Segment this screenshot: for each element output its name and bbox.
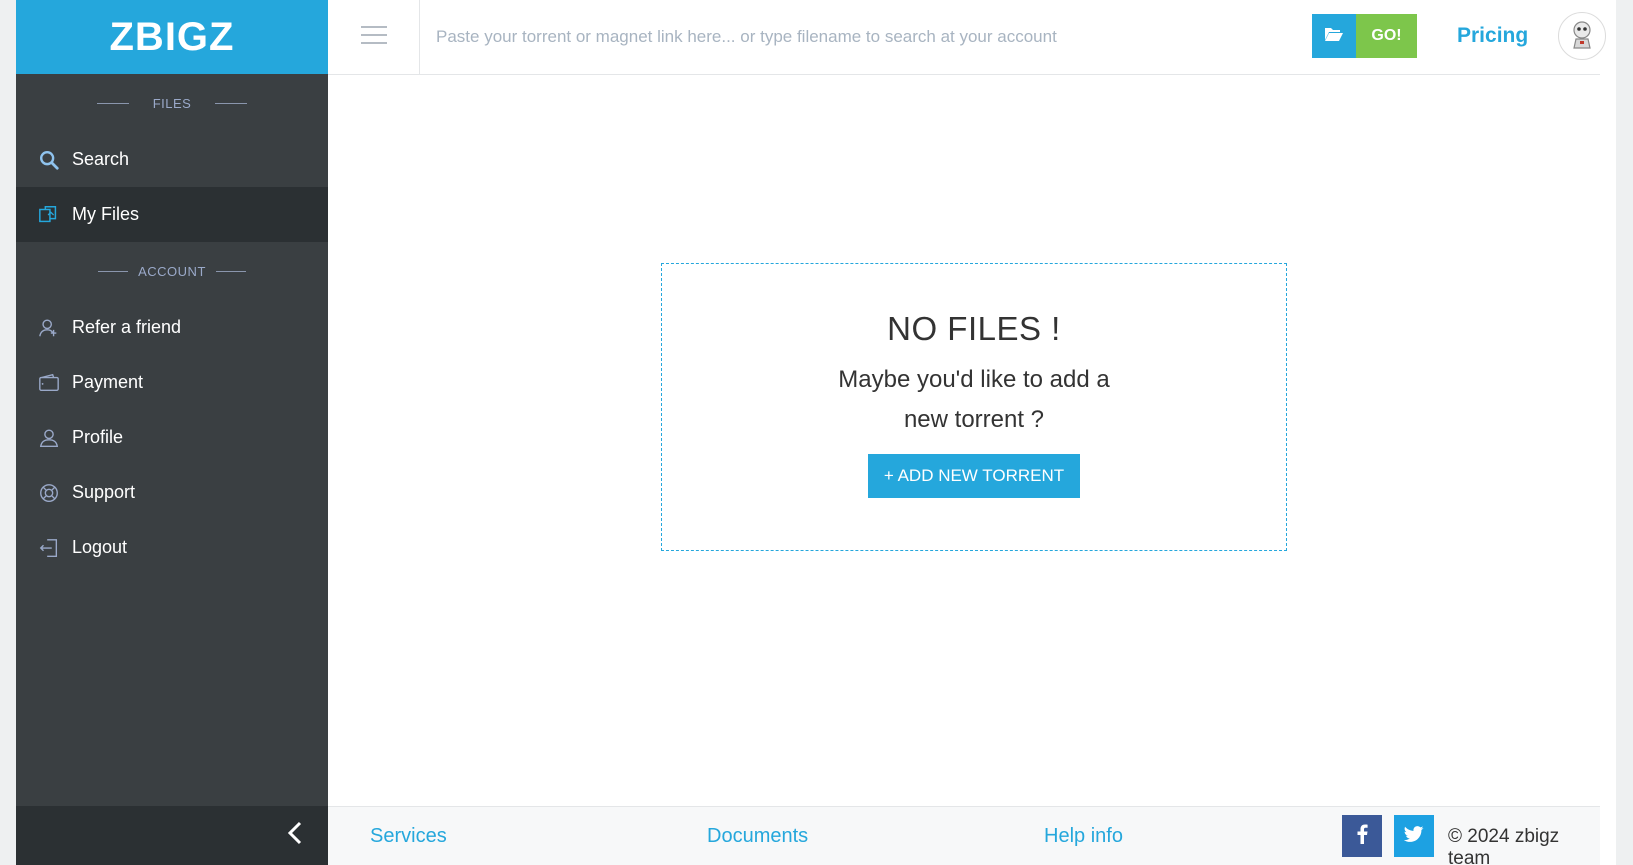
menu-toggle-button[interactable] bbox=[328, 0, 420, 75]
facebook-icon bbox=[1356, 824, 1368, 849]
sidebar-item-label: Profile bbox=[72, 427, 124, 447]
divider-line bbox=[98, 270, 129, 272]
go-button[interactable]: GO! bbox=[1356, 14, 1417, 58]
sidebar-item-my-files[interactable]: My Files bbox=[16, 187, 328, 242]
main-content: NO FILES ! Maybe you'd like to add a new… bbox=[328, 75, 1600, 806]
sidebar: ZBIGZ FILES Search My Files ACCOUNT Refe… bbox=[16, 0, 328, 865]
facebook-button[interactable] bbox=[1342, 815, 1382, 857]
section-label-account-text: ACCOUNT bbox=[138, 263, 206, 279]
sidebar-item-label: Refer a friend bbox=[72, 317, 182, 337]
lifebuoy-icon bbox=[38, 482, 60, 504]
app-window: ZBIGZ FILES Search My Files ACCOUNT Refe… bbox=[16, 0, 1616, 865]
twitter-button[interactable] bbox=[1394, 815, 1434, 857]
avatar-robot-icon bbox=[1565, 17, 1599, 56]
sidebar-item-label: Payment bbox=[72, 372, 144, 392]
footer-link-services[interactable]: Services bbox=[370, 825, 447, 848]
page-footer: Services Documents Help info © 2024 zbig… bbox=[328, 806, 1600, 865]
torrent-search-input[interactable] bbox=[436, 20, 1196, 54]
open-folder-button[interactable] bbox=[1312, 14, 1356, 58]
footer-link-documents[interactable]: Documents bbox=[707, 825, 808, 848]
copyright-text: © 2024 zbigz team bbox=[1448, 826, 1560, 865]
sidebar-item-label: My Files bbox=[72, 204, 139, 224]
hamburger-icon bbox=[360, 25, 387, 50]
folder-open-icon bbox=[1324, 26, 1344, 47]
avatar[interactable] bbox=[1558, 12, 1606, 60]
divider-line bbox=[215, 102, 248, 104]
user-icon bbox=[38, 427, 60, 449]
sidebar-item-label: Search bbox=[72, 149, 130, 169]
sidebar-item-payment[interactable]: Payment bbox=[16, 355, 328, 410]
add-new-torrent-button[interactable]: + ADD NEW TORRENT bbox=[867, 454, 1081, 498]
pricing-link[interactable]: Pricing bbox=[1457, 24, 1528, 48]
divider-line bbox=[96, 102, 129, 104]
files-icon bbox=[38, 204, 60, 226]
sidebar-item-logout[interactable]: Logout bbox=[16, 520, 328, 575]
empty-state-title: NO FILES ! bbox=[887, 310, 1061, 347]
logout-icon bbox=[38, 537, 60, 559]
footer-link-help-info[interactable]: Help info bbox=[1044, 825, 1123, 848]
collapse-sidebar-button[interactable] bbox=[280, 820, 310, 850]
section-label-files-text: FILES bbox=[152, 95, 192, 111]
search-icon bbox=[38, 149, 60, 171]
section-label-files: FILES bbox=[16, 74, 328, 132]
wallet-icon bbox=[38, 372, 60, 394]
empty-state-box: NO FILES ! Maybe you'd like to add a new… bbox=[661, 263, 1287, 551]
top-header: GO! Pricing bbox=[328, 0, 1606, 75]
sidebar-footer bbox=[16, 806, 328, 865]
divider-line bbox=[215, 270, 246, 272]
sidebar-item-label: Logout bbox=[72, 537, 128, 557]
sidebar-item-search[interactable]: Search bbox=[16, 132, 328, 187]
sidebar-item-support[interactable]: Support bbox=[16, 465, 328, 520]
section-label-account: ACCOUNT bbox=[16, 242, 328, 300]
sidebar-item-label: Support bbox=[72, 482, 136, 502]
refer-friend-icon bbox=[38, 317, 60, 339]
brand-logo[interactable]: ZBIGZ bbox=[16, 0, 328, 74]
empty-state-subtitle: Maybe you'd like to add a new torrent ? bbox=[838, 366, 1110, 433]
twitter-icon bbox=[1403, 825, 1424, 847]
chevron-left-icon bbox=[285, 820, 305, 851]
sidebar-item-refer-friend[interactable]: Refer a friend bbox=[16, 300, 328, 355]
sidebar-item-profile[interactable]: Profile bbox=[16, 410, 328, 465]
